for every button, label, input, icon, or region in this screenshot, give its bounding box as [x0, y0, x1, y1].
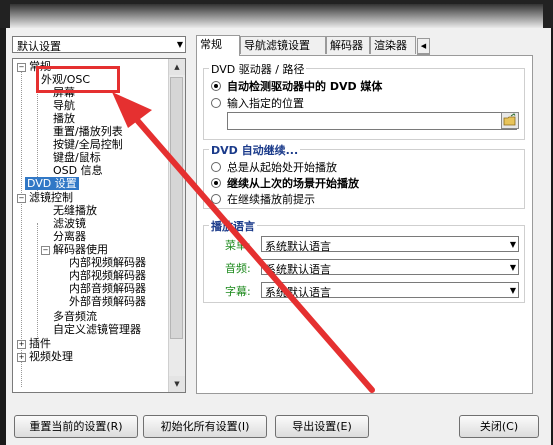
tab-general[interactable]: 常规 [196, 35, 240, 56]
annotation-arrow [112, 92, 375, 393]
